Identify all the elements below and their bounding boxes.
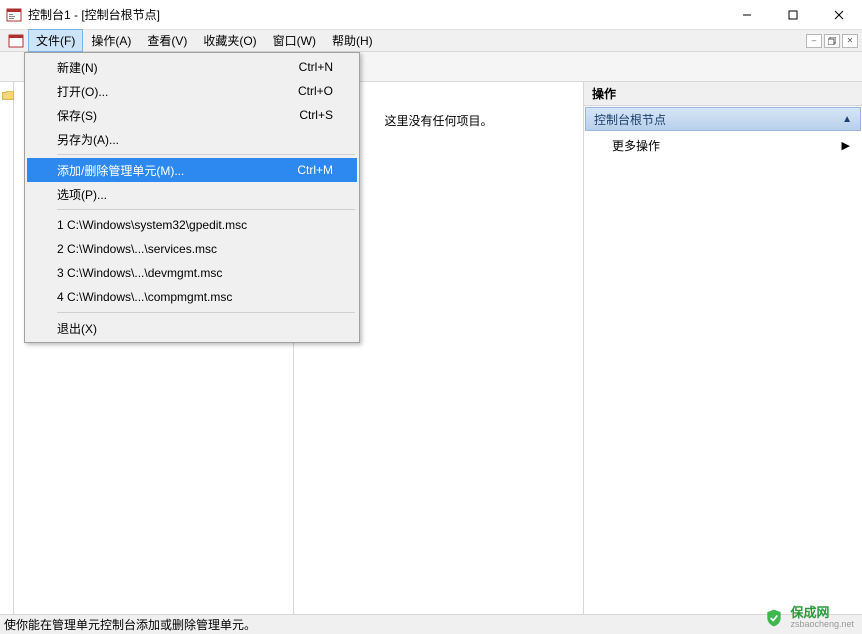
app-icon	[6, 7, 22, 23]
actions-section-label: 控制台根节点	[594, 111, 666, 128]
menu-open[interactable]: 打开(O)...Ctrl+O	[27, 79, 357, 103]
close-button[interactable]	[816, 0, 862, 30]
menu-recent-4[interactable]: 4 C:\Windows\...\compmgmt.msc	[27, 285, 357, 309]
menu-exit[interactable]: 退出(X)	[27, 316, 357, 340]
menu-favorites[interactable]: 收藏夹(O)	[195, 29, 264, 52]
console-icon	[8, 33, 24, 49]
actions-panel: 操作 控制台根节点 ▲ 更多操作 ▶	[584, 82, 862, 614]
empty-text: 这里没有任何项目。	[384, 114, 492, 128]
menu-view[interactable]: 查看(V)	[139, 29, 195, 52]
window-title: 控制台1 - [控制台根节点]	[28, 6, 724, 23]
menu-recent-3[interactable]: 3 C:\Windows\...\devmgmt.msc	[27, 261, 357, 285]
window-controls	[724, 0, 862, 30]
child-close-button[interactable]: ✕	[842, 34, 858, 48]
child-minimize-button[interactable]: –	[806, 34, 822, 48]
folder-icon	[2, 91, 14, 101]
child-restore-button[interactable]	[824, 34, 840, 48]
watermark-url: zsbaocheng.net	[790, 620, 854, 630]
file-menu-dropdown: 新建(N)Ctrl+N 打开(O)...Ctrl+O 保存(S)Ctrl+S 另…	[24, 52, 360, 343]
watermark: 保成网 zsbaocheng.net	[764, 606, 854, 630]
actions-section[interactable]: 控制台根节点 ▲	[585, 107, 861, 131]
menu-window[interactable]: 窗口(W)	[265, 29, 324, 52]
menu-new[interactable]: 新建(N)Ctrl+N	[27, 55, 357, 79]
minimize-button[interactable]	[724, 0, 770, 30]
menu-recent-1[interactable]: 1 C:\Windows\system32\gpedit.msc	[27, 213, 357, 237]
menu-action[interactable]: 操作(A)	[83, 29, 139, 52]
menu-recent-2[interactable]: 2 C:\Windows\...\services.msc	[27, 237, 357, 261]
separator	[57, 312, 355, 313]
watermark-title: 保成网	[790, 606, 854, 620]
menu-add-remove-snapin[interactable]: 添加/删除管理单元(M)...Ctrl+M	[27, 158, 357, 182]
more-actions[interactable]: 更多操作 ▶	[588, 133, 858, 157]
chevron-right-icon: ▶	[842, 139, 850, 152]
menu-file[interactable]: 文件(F)	[28, 29, 83, 52]
statusbar: 使你能在管理单元控制台添加或删除管理单元。	[0, 614, 862, 634]
actions-header: 操作	[584, 82, 862, 106]
collapse-icon: ▲	[842, 114, 852, 125]
menu-save[interactable]: 保存(S)Ctrl+S	[27, 103, 357, 127]
menu-help[interactable]: 帮助(H)	[324, 29, 381, 52]
titlebar: 控制台1 - [控制台根节点]	[0, 0, 862, 30]
more-actions-label: 更多操作	[612, 137, 660, 154]
shield-icon	[764, 608, 784, 628]
menu-save-as[interactable]: 另存为(A)...	[27, 127, 357, 151]
menu-options[interactable]: 选项(P)...	[27, 182, 357, 206]
tree-panel	[0, 82, 14, 614]
menubar: 文件(F) 操作(A) 查看(V) 收藏夹(O) 窗口(W) 帮助(H) – ✕	[0, 30, 862, 52]
separator	[57, 154, 355, 155]
separator	[57, 209, 355, 210]
maximize-button[interactable]	[770, 0, 816, 30]
status-text: 使你能在管理单元控制台添加或删除管理单元。	[4, 616, 256, 633]
